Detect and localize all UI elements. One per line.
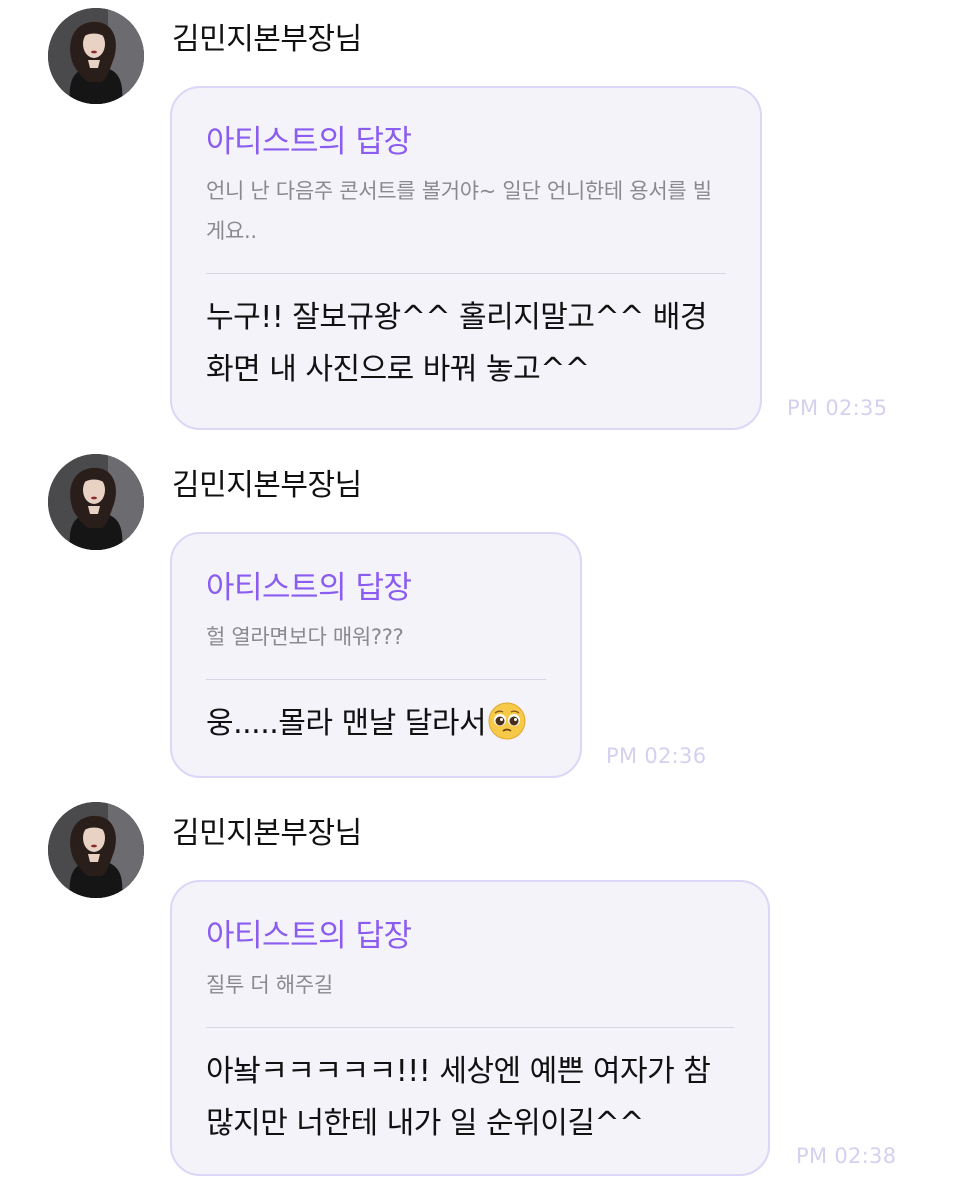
chat-message-3: 김민지본부장님 아티스트의 답장 질투 더 해주길 아놬ㅋㅋㅋㅋㅋ!!! 세상엔… [0,794,969,1200]
sender-name: 김민지본부장님 [172,468,362,503]
sender-avatar[interactable] [48,8,144,104]
message-timestamp: PM 02:38 [796,1144,897,1168]
reply-title: 아티스트의 답장 [206,918,412,954]
reply-message-line: 웅.....몰라 맨날 달라서 [206,698,546,750]
reply-divider [206,1027,734,1028]
profile-photo-icon [48,8,144,104]
reply-bubble[interactable]: 아티스트의 답장 언니 난 다음주 콘서트를 볼거야~ 일단 언니한테 용서를 … [170,86,762,430]
quoted-message: 언니 난 다음주 콘서트를 볼거야~ 일단 언니한테 용서를 빌게요.. [206,179,712,243]
quoted-message: 질투 더 해주길 [206,973,333,997]
reply-message-text: 웅.....몰라 맨날 달라서 [206,706,487,741]
profile-photo-icon [48,454,144,550]
sender-name: 김민지본부장님 [172,816,362,851]
reply-message-text: 누구!! 잘보규왕^^ 홀리지말고^^ 배경화면 내 사진으로 바꿔 놓고^^ [206,300,708,387]
quoted-message: 헐 열라면보다 매워??? [206,625,404,649]
chat-message-2: 김민지본부장님 아티스트의 답장 헐 열라면보다 매워??? 웅.....몰라 … [0,446,969,786]
reply-divider [206,679,546,680]
reply-bubble[interactable]: 아티스트의 답장 헐 열라면보다 매워??? 웅.....몰라 맨날 달라서 [170,532,582,778]
reply-message-text: 아놬ㅋㅋㅋㅋㅋ!!! 세상엔 예쁜 여자가 참 많지만 너한테 내가 일 순위이… [206,1054,711,1141]
reply-divider [206,273,726,274]
reply-bubble[interactable]: 아티스트의 답장 질투 더 해주길 아놬ㅋㅋㅋㅋㅋ!!! 세상엔 예쁜 여자가 … [170,880,770,1176]
pleading-face-emoji-icon [488,702,526,740]
chat-message-1: 김민지본부장님 아티스트의 답장 언니 난 다음주 콘서트를 볼거야~ 일단 언… [0,0,969,440]
message-timestamp: PM 02:36 [606,744,707,768]
message-timestamp: PM 02:35 [787,396,888,420]
sender-avatar[interactable] [48,802,144,898]
profile-photo-icon [48,802,144,898]
reply-title: 아티스트의 답장 [206,124,412,160]
sender-avatar[interactable] [48,454,144,550]
sender-name: 김민지본부장님 [172,22,362,57]
reply-title: 아티스트의 답장 [206,570,412,606]
